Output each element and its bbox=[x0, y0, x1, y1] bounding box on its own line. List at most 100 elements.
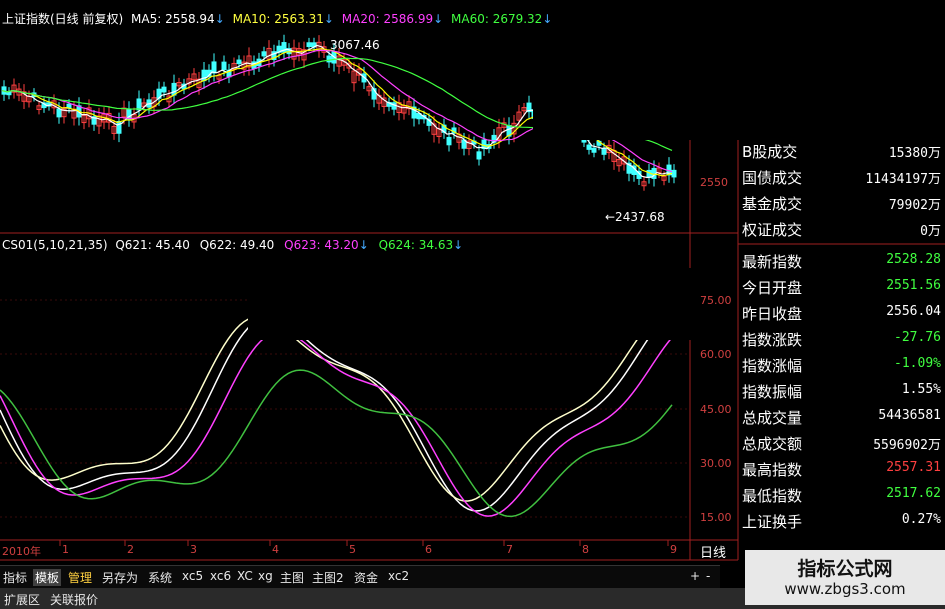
tab-save-as[interactable]: 另存为 bbox=[102, 569, 138, 586]
candle-body bbox=[261, 51, 267, 57]
q623-line bbox=[0, 330, 673, 517]
candle-body bbox=[671, 169, 677, 178]
low-price-label: ←2437.68 bbox=[605, 210, 665, 224]
q624-arrow-icon: ↓ bbox=[453, 238, 464, 252]
candle-body bbox=[446, 136, 452, 146]
osc-ytick-45: 45.00 bbox=[700, 403, 732, 416]
month-5: 5 bbox=[349, 543, 356, 556]
panel-row: 今日开盘 2551.56 bbox=[738, 276, 945, 297]
zoom-out-button[interactable]: - bbox=[706, 569, 710, 583]
tab-system[interactable]: 系统 bbox=[148, 569, 172, 586]
ma10-arrow-icon: ↓ bbox=[323, 12, 334, 26]
candle-body bbox=[211, 61, 217, 74]
tab-template[interactable]: 模板 bbox=[33, 569, 62, 586]
panel-row-value: 0.27% bbox=[901, 512, 941, 527]
candle-body bbox=[326, 55, 332, 63]
panel-row-value: 0万 bbox=[920, 224, 941, 239]
indicator-header: CS01(5,10,21,35) Q621: 45.40 Q622: 49.40… bbox=[2, 238, 463, 252]
q623-arrow-icon: ↓ bbox=[358, 238, 369, 252]
panel-row-value: 2556.04 bbox=[886, 304, 941, 319]
year-label: 2010年 bbox=[2, 545, 41, 558]
panel-row-label: 今日开盘 bbox=[742, 279, 803, 297]
zoom-in-button[interactable]: + bbox=[690, 569, 700, 583]
ma60-readout: MA60: 2679.32 bbox=[451, 12, 543, 26]
redaction-block-middle bbox=[248, 268, 696, 340]
tab-main-chart-2[interactable]: 主图2 bbox=[312, 569, 344, 586]
panel-row: 指数涨幅 -1.09% bbox=[738, 354, 945, 375]
q623-readout: Q623: 43.20 bbox=[284, 238, 359, 252]
month-2: 2 bbox=[127, 543, 134, 556]
ma5-readout: MA5: 2558.94 bbox=[131, 12, 215, 26]
panel-row-label: 国债成交 bbox=[742, 169, 803, 187]
panel-row-value: 11434197万 bbox=[865, 172, 941, 187]
panel-row: 权证成交 0万 bbox=[738, 218, 945, 239]
candle-body bbox=[221, 61, 227, 70]
ma60-arrow-icon: ↓ bbox=[542, 12, 553, 26]
tab-funds[interactable]: 资金 bbox=[354, 569, 378, 586]
candle-body bbox=[56, 108, 62, 118]
tab-xc5[interactable]: xc5 bbox=[182, 569, 203, 583]
high-price-label: 3067.46 bbox=[330, 38, 380, 52]
osc-ytick-15: 15.00 bbox=[700, 511, 732, 524]
tab-xc6[interactable]: xc6 bbox=[210, 569, 231, 583]
redaction-block-top bbox=[533, 0, 945, 140]
candle-body bbox=[476, 151, 482, 160]
panel-row-label: 最新指数 bbox=[742, 253, 803, 271]
osc-ytick-30: 30.00 bbox=[700, 457, 732, 470]
main-chart-header: 上证指数(日线 前复权) MA5: 2558.94↓ MA10: 2563.31… bbox=[2, 10, 552, 27]
related-quotes-tab[interactable]: 关联报价 bbox=[50, 591, 98, 608]
tab-manage[interactable]: 管理 bbox=[68, 569, 92, 586]
month-7: 7 bbox=[506, 543, 513, 556]
tab-xg[interactable]: xg bbox=[258, 569, 273, 583]
panel-row: 昨日收盘 2556.04 bbox=[738, 302, 945, 323]
panel-row-value: 2528.28 bbox=[886, 252, 941, 267]
month-3: 3 bbox=[190, 543, 197, 556]
panel-row-label: 最低指数 bbox=[742, 487, 803, 505]
panel-row-label: 权证成交 bbox=[742, 221, 803, 239]
period-label[interactable]: 日线 bbox=[700, 542, 726, 561]
extension-area-tab[interactable]: 扩展区 bbox=[4, 591, 40, 608]
q622-readout: Q622: 49.40 bbox=[199, 238, 275, 252]
month-9: 9 bbox=[670, 543, 677, 556]
panel-row: B股成交 15380万 bbox=[738, 140, 945, 161]
panel-row-label: 基金成交 bbox=[742, 195, 803, 213]
panel-row-label: 指数涨跌 bbox=[742, 331, 803, 349]
tab-indicator[interactable]: 指标 bbox=[3, 569, 27, 586]
q624-line bbox=[0, 369, 673, 518]
q621-readout: Q621: 45.40 bbox=[115, 238, 190, 252]
panel-row: 上证换手 0.27% bbox=[738, 510, 945, 531]
ma5-arrow-icon: ↓ bbox=[214, 12, 225, 26]
tab-main-chart[interactable]: 主图 bbox=[280, 569, 304, 586]
q624-readout: Q624: 34.63 bbox=[378, 238, 454, 252]
panel-row-value: 2551.56 bbox=[886, 278, 941, 293]
watermark-title: 指标公式网 bbox=[797, 558, 893, 580]
panel-row-label: 指数振幅 bbox=[742, 383, 803, 401]
ma20-readout: MA20: 2586.99 bbox=[341, 12, 434, 26]
month-1: 1 bbox=[62, 543, 69, 556]
panel-row: 总成交量 54436581 bbox=[738, 406, 945, 427]
osc-ytick-75: 75.00 bbox=[700, 294, 732, 307]
panel-row: 最高指数 2557.31 bbox=[738, 458, 945, 479]
month-8: 8 bbox=[582, 543, 589, 556]
panel-row-label: 昨日收盘 bbox=[742, 305, 803, 323]
osc-ytick-60: 60.00 bbox=[700, 348, 732, 361]
panel-row-label: 总成交额 bbox=[742, 435, 803, 453]
panel-row: 指数涨跌 -27.76 bbox=[738, 328, 945, 349]
panel-row: 指数振幅 1.55% bbox=[738, 380, 945, 401]
panel-row-label: B股成交 bbox=[742, 143, 798, 161]
ma10-readout: MA10: 2563.31 bbox=[232, 12, 324, 26]
ma20-arrow-icon: ↓ bbox=[433, 12, 444, 26]
price-tick: 2550 bbox=[700, 176, 728, 189]
month-4: 4 bbox=[272, 543, 279, 556]
panel-row: 国债成交 11434197万 bbox=[738, 166, 945, 187]
tab-xc2[interactable]: xc2 bbox=[388, 569, 409, 583]
indicator-toolbar: 指标 模板 管理 另存为 系统 xc5 xc6 XC xg 主图 主图2 资金 … bbox=[0, 565, 720, 588]
panel-row-value: 15380万 bbox=[888, 146, 941, 161]
panel-row-value: -1.09% bbox=[894, 356, 941, 371]
tab-XC[interactable]: XC bbox=[237, 569, 253, 583]
indicator-name: CS01(5,10,21,35) bbox=[2, 238, 108, 252]
month-6: 6 bbox=[425, 543, 432, 556]
panel-row-value: 2557.31 bbox=[886, 460, 941, 475]
panel-row: 最新指数 2528.28 bbox=[738, 250, 945, 271]
panel-row-value: 79902万 bbox=[888, 198, 941, 213]
